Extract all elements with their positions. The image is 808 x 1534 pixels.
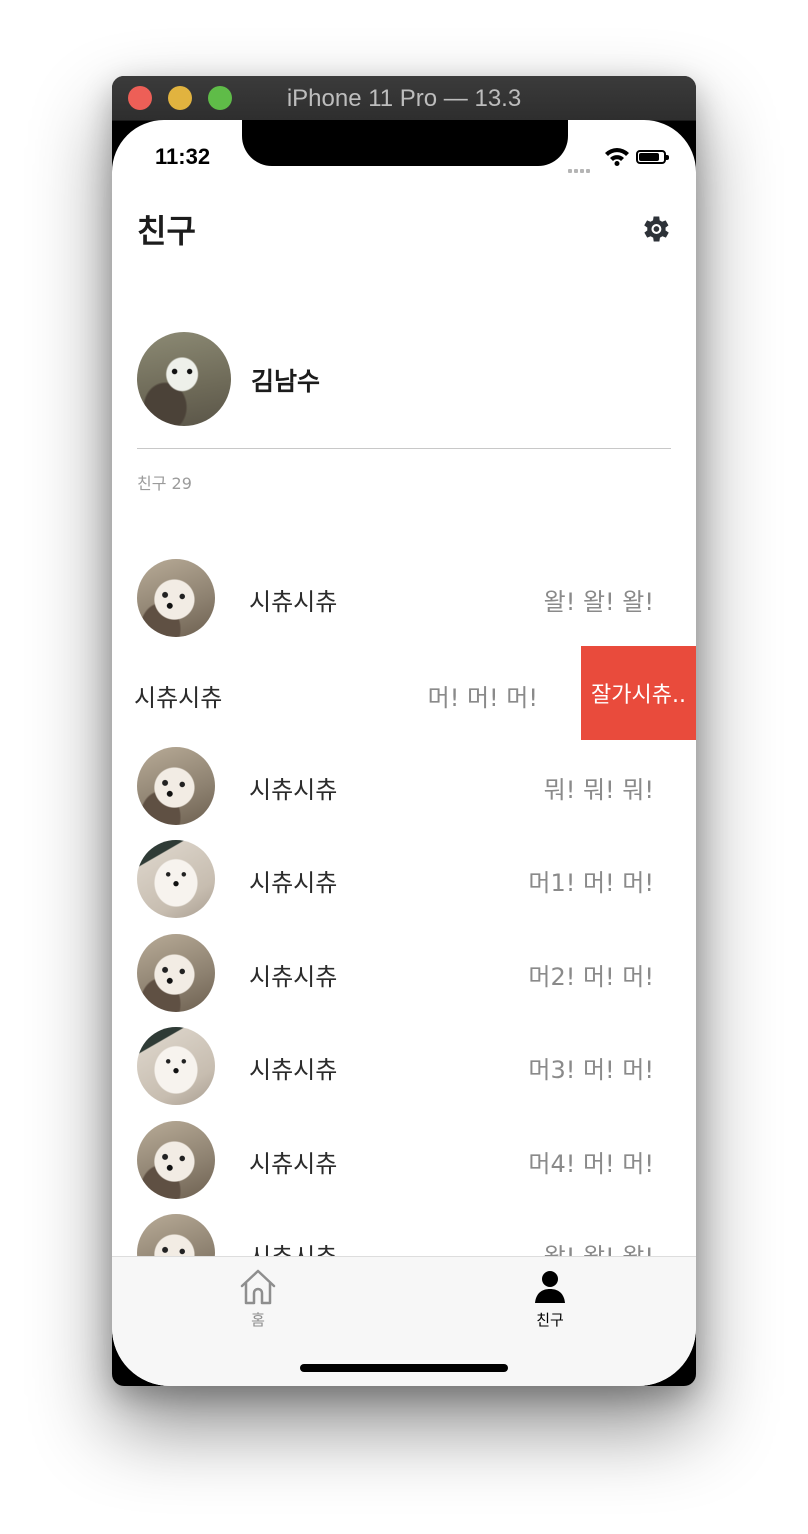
status-time: 11:32 bbox=[155, 144, 211, 169]
friend-status: 머! 머! 머! bbox=[427, 684, 538, 712]
friend-status: 머4! 머! 머! bbox=[528, 1150, 654, 1178]
avatar bbox=[137, 934, 215, 1012]
simulator-window: iPhone 11 Pro — 13.3 11:32 친구 김남수 친구 29 … bbox=[112, 76, 696, 1386]
page-title: 친구 bbox=[137, 212, 196, 250]
friend-status: 머3! 머! 머! bbox=[528, 1056, 654, 1084]
home-indicator[interactable] bbox=[300, 1364, 508, 1372]
friend-status: 뭐! 뭐! 뭐! bbox=[543, 776, 654, 804]
window-title: iPhone 11 Pro — 13.3 bbox=[286, 85, 522, 112]
friend-row[interactable]: 시츄시츄 머2! 머! 머! bbox=[112, 927, 696, 1019]
friend-name: 시츄시츄 bbox=[134, 684, 223, 712]
friend-name: 시츄시츄 bbox=[249, 1056, 338, 1084]
friend-name: 시츄시츄 bbox=[249, 869, 338, 897]
friend-row[interactable]: 시츄시츄 머1! 머! 머! bbox=[112, 833, 696, 925]
my-profile[interactable]: 김남수 bbox=[137, 332, 657, 428]
tab-label: 친구 bbox=[536, 1311, 564, 1329]
avatar bbox=[137, 747, 215, 825]
avatar bbox=[137, 559, 215, 637]
avatar bbox=[137, 332, 231, 426]
divider bbox=[137, 448, 671, 449]
wifi-icon bbox=[605, 148, 629, 166]
swipe-delete-button[interactable]: 잘가시츄.. bbox=[581, 646, 696, 740]
friend-name: 시츄시츄 bbox=[249, 776, 338, 804]
friend-name: 시츄시츄 bbox=[249, 588, 338, 616]
phone-screen: 11:32 친구 김남수 친구 29 시츄시츄 왈! 왈! 왈! 시츄시츄 머!… bbox=[112, 120, 696, 1386]
tab-friends[interactable]: 친구 bbox=[490, 1267, 610, 1330]
avatar bbox=[137, 1121, 215, 1199]
friend-row[interactable]: 시츄시츄 왈! 왈! 왈! bbox=[112, 552, 696, 644]
friend-status: 머1! 머! 머! bbox=[528, 869, 654, 897]
battery-icon bbox=[636, 150, 669, 164]
tab-label: 홈 bbox=[251, 1311, 265, 1329]
home-icon bbox=[240, 1269, 276, 1305]
friend-count: 친구 29 bbox=[137, 474, 192, 493]
friend-row[interactable]: 시츄시츄 뭐! 뭐! 뭐! bbox=[112, 740, 696, 832]
cellular-signal-icon bbox=[568, 158, 592, 177]
profile-name: 김남수 bbox=[251, 367, 321, 396]
avatar bbox=[137, 1027, 215, 1105]
friend-row-swiped[interactable]: 시츄시츄 머! 머! 머! 잘가시츄.. bbox=[112, 646, 696, 740]
title-bar: iPhone 11 Pro — 13.3 bbox=[112, 76, 696, 121]
friend-row[interactable]: 시츄시츄 머4! 머! 머! bbox=[112, 1114, 696, 1206]
person-icon bbox=[535, 1271, 565, 1303]
tab-home[interactable]: 홈 bbox=[198, 1267, 318, 1330]
gear-icon[interactable] bbox=[638, 212, 672, 246]
notch bbox=[242, 120, 568, 166]
friend-row[interactable]: 시츄시츄 머3! 머! 머! bbox=[112, 1020, 696, 1112]
friend-status: 왈! 왈! 왈! bbox=[543, 588, 654, 616]
friend-status: 머2! 머! 머! bbox=[528, 963, 654, 991]
avatar bbox=[137, 840, 215, 918]
friend-name: 시츄시츄 bbox=[249, 1150, 338, 1178]
friend-name: 시츄시츄 bbox=[249, 963, 338, 991]
